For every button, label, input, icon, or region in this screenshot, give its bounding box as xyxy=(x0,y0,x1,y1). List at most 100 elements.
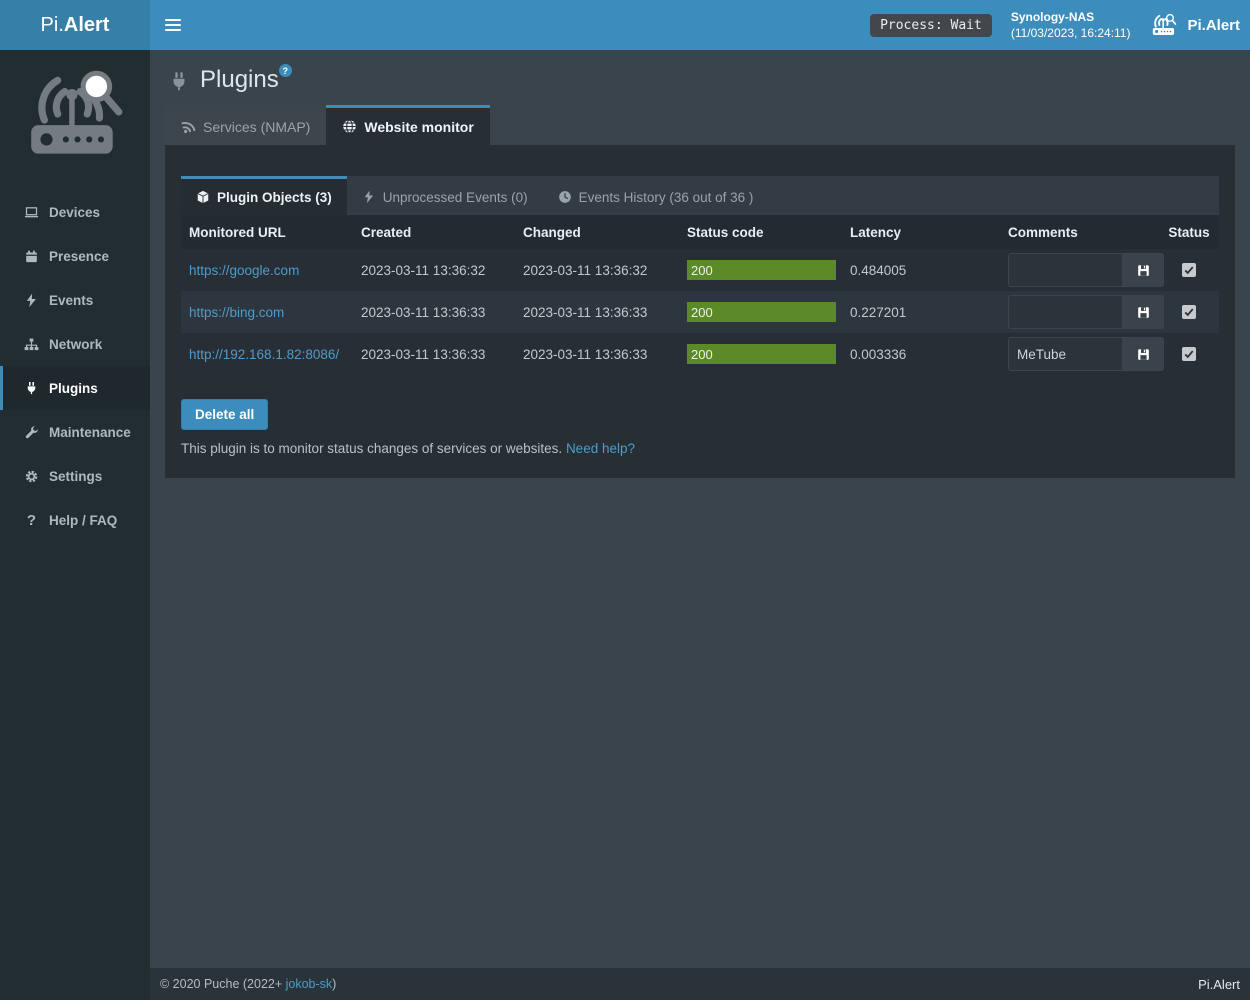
sidebar-item-network[interactable]: Network xyxy=(0,322,150,366)
tab-website-monitor[interactable]: Website monitor xyxy=(326,105,489,145)
tab-label: Website monitor xyxy=(364,119,473,135)
status-checkbox[interactable] xyxy=(1182,305,1196,319)
tab-label: Unprocessed Events (0) xyxy=(383,190,528,205)
sitemap-icon xyxy=(24,337,39,352)
clock-icon xyxy=(558,190,572,204)
sidebar-item-plugins[interactable]: Plugins xyxy=(0,366,150,410)
save-comment-button[interactable] xyxy=(1122,253,1164,287)
brand-logo[interactable]: Pi.Alert xyxy=(0,0,150,50)
status-code-bar: 200 xyxy=(687,260,836,280)
need-help-link[interactable]: Need help? xyxy=(566,441,635,456)
copyright-text: © 2020 Puche (2022+ jokob-sk) xyxy=(160,977,336,991)
col-status-code: Status code xyxy=(679,215,842,249)
floppy-save-icon xyxy=(1136,263,1151,278)
host-timestamp: (11/03/2023, 16:24:11) xyxy=(1011,25,1131,41)
sidebar-item-label: Maintenance xyxy=(49,425,131,440)
plugin-description: This plugin is to monitor status changes… xyxy=(181,441,1219,456)
sidebar-item-settings[interactable]: Settings xyxy=(0,454,150,498)
delete-all-button[interactable]: Delete all xyxy=(181,399,268,430)
navbar-app-name: Pi.Alert xyxy=(1187,17,1240,34)
check-icon xyxy=(1184,265,1194,275)
sidebar: Devices Presence Events Network Plugins … xyxy=(0,50,150,1000)
laptop-icon xyxy=(24,205,39,220)
sidebar-item-maintenance[interactable]: Maintenance xyxy=(0,410,150,454)
status-checkbox[interactable] xyxy=(1182,263,1196,277)
wrench-icon xyxy=(24,425,39,440)
sidebar-item-help-faq[interactable]: ? Help / FAQ xyxy=(0,498,150,542)
plug-icon xyxy=(24,381,39,396)
sidebar-item-label: Network xyxy=(49,337,102,352)
created-cell: 2023-03-11 13:36:33 xyxy=(353,291,515,333)
tab-label: Plugin Objects (3) xyxy=(217,190,332,205)
created-cell: 2023-03-11 13:36:32 xyxy=(353,249,515,291)
jokob-sk-link[interactable]: jokob-sk xyxy=(286,977,333,991)
calendar-icon xyxy=(24,249,39,264)
changed-cell: 2023-03-11 13:36:32 xyxy=(515,249,679,291)
sidebar-item-label: Devices xyxy=(49,205,100,220)
tab-events-history[interactable]: Events History (36 out of 36 ) xyxy=(543,176,769,215)
comment-input[interactable] xyxy=(1008,337,1122,371)
sidebar-item-label: Presence xyxy=(49,249,109,264)
sidebar-item-label: Events xyxy=(49,293,93,308)
table-header-row: Monitored URL Created Changed Status cod… xyxy=(181,215,1219,249)
save-comment-button[interactable] xyxy=(1122,295,1164,329)
plugin-tabs: Services (NMAP) Website monitor xyxy=(165,105,1235,145)
monitored-urls-table: Monitored URL Created Changed Status cod… xyxy=(181,215,1219,375)
process-status-badge: Process: Wait xyxy=(870,14,992,37)
globe-icon xyxy=(342,119,357,134)
question-icon: ? xyxy=(24,512,39,529)
changed-cell: 2023-03-11 13:36:33 xyxy=(515,333,679,375)
sidebar-item-events[interactable]: Events xyxy=(0,278,150,322)
host-info: Synology-NAS (11/03/2023, 16:24:11) xyxy=(1011,9,1131,41)
tab-label: Events History (36 out of 36 ) xyxy=(579,190,754,205)
status-code-bar: 200 xyxy=(687,344,836,364)
sidebar-item-presence[interactable]: Presence xyxy=(0,234,150,278)
comment-input[interactable] xyxy=(1008,295,1122,329)
pialert-logo xyxy=(0,50,150,172)
help-badge[interactable]: ? xyxy=(279,64,292,77)
floppy-save-icon xyxy=(1136,347,1151,362)
monitored-url-link[interactable]: https://bing.com xyxy=(189,305,284,320)
bolt-icon xyxy=(24,293,39,308)
latency-cell: 0.484005 xyxy=(842,249,1000,291)
gear-icon xyxy=(24,469,39,484)
col-comments: Comments xyxy=(1000,215,1159,249)
comment-input[interactable] xyxy=(1008,253,1122,287)
tab-unprocessed-events[interactable]: Unprocessed Events (0) xyxy=(347,176,543,215)
monitored-url-link[interactable]: https://google.com xyxy=(189,263,299,278)
changed-cell: 2023-03-11 13:36:33 xyxy=(515,291,679,333)
plug-icon xyxy=(168,70,190,94)
col-latency: Latency xyxy=(842,215,1000,249)
table-row: https://google.com 2023-03-11 13:36:32 2… xyxy=(181,249,1219,291)
sidebar-item-label: Help / FAQ xyxy=(49,513,117,528)
monitored-url-link[interactable]: http://192.168.1.82:8086/ xyxy=(189,347,339,362)
footer-app-name: Pi.Alert xyxy=(1198,977,1240,992)
col-monitored-url: Monitored URL xyxy=(181,215,353,249)
tab-services-nmap[interactable]: Services (NMAP) xyxy=(165,105,326,145)
tab-label: Services (NMAP) xyxy=(203,119,310,135)
website-monitor-panel: Plugin Objects (3) Unprocessed Events (0… xyxy=(165,145,1235,478)
sidebar-item-label: Settings xyxy=(49,469,102,484)
main-content: Plugins? Services (NMAP) Website monitor… xyxy=(150,50,1250,968)
floppy-save-icon xyxy=(1136,305,1151,320)
check-icon xyxy=(1184,307,1194,317)
status-checkbox[interactable] xyxy=(1182,347,1196,361)
col-status: Status xyxy=(1159,215,1219,249)
host-name: Synology-NAS xyxy=(1011,9,1131,25)
latency-cell: 0.227201 xyxy=(842,291,1000,333)
created-cell: 2023-03-11 13:36:33 xyxy=(353,333,515,375)
tab-plugin-objects[interactable]: Plugin Objects (3) xyxy=(181,176,347,215)
top-navbar: Pi.Alert Process: Wait Synology-NAS (11/… xyxy=(0,0,1250,50)
save-comment-button[interactable] xyxy=(1122,337,1164,371)
footer: © 2020 Puche (2022+ jokob-sk) Pi.Alert xyxy=(150,968,1250,1000)
sidebar-item-devices[interactable]: Devices xyxy=(0,190,150,234)
sidebar-toggle-icon[interactable] xyxy=(150,0,195,50)
page-title: Plugins? xyxy=(200,66,292,94)
brand-bold: Alert xyxy=(64,14,110,37)
router-scan-icon xyxy=(1149,12,1179,39)
check-icon xyxy=(1184,349,1194,359)
table-row: https://bing.com 2023-03-11 13:36:33 202… xyxy=(181,291,1219,333)
cube-icon xyxy=(196,190,210,204)
signal-dish-icon xyxy=(179,117,197,135)
latency-cell: 0.003336 xyxy=(842,333,1000,375)
